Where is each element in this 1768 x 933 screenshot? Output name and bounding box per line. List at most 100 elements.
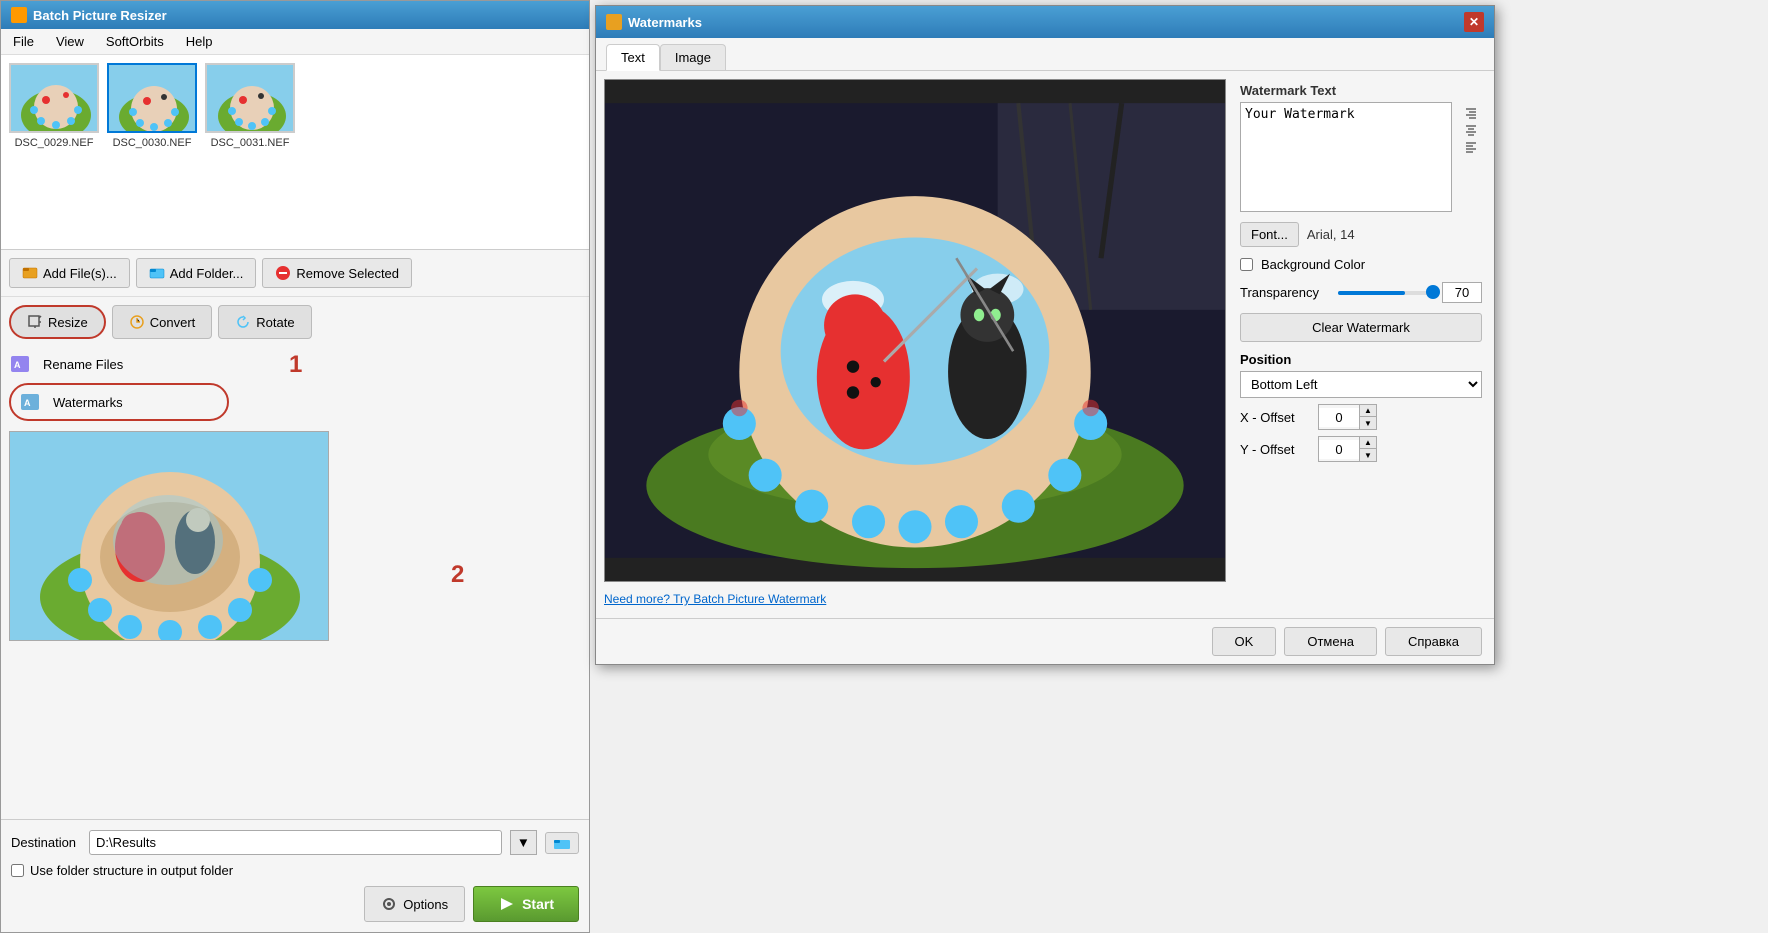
align-right-icon[interactable] xyxy=(1464,106,1478,120)
font-button[interactable]: Font... xyxy=(1240,222,1299,247)
transparency-slider-fill xyxy=(1338,291,1405,295)
folder-structure-row: Use folder structure in output folder xyxy=(11,863,579,878)
dialog-title-left: Watermarks xyxy=(606,14,702,30)
y-offset-up-btn[interactable]: ▲ xyxy=(1360,437,1376,449)
transparency-slider-track[interactable] xyxy=(1338,291,1434,295)
rename-icon: A xyxy=(9,353,31,375)
position-select[interactable]: Bottom Left Bottom Right Top Left Top Ri… xyxy=(1240,371,1482,398)
dialog-image-area xyxy=(604,79,1226,582)
y-offset-spinners: ▲ ▼ xyxy=(1359,437,1376,461)
thumbnail-label-1: DSC_0029.NEF xyxy=(15,137,94,149)
thumbnail-image-2[interactable] xyxy=(107,63,197,133)
start-button[interactable]: Start xyxy=(473,886,579,922)
svg-text:A: A xyxy=(14,360,21,370)
align-center-icon[interactable] xyxy=(1464,123,1478,137)
background-color-label: Background Color xyxy=(1261,257,1365,272)
menu-file[interactable]: File xyxy=(9,32,38,51)
watermarks-icon: A xyxy=(19,391,41,413)
dialog-preview-panel: Need more? Try Batch Picture Watermark xyxy=(604,79,1226,610)
destination-dropdown-btn[interactable]: ▼ xyxy=(510,830,537,855)
tab-text[interactable]: Text xyxy=(606,44,660,71)
menu-help[interactable]: Help xyxy=(182,32,217,51)
x-offset-spinners: ▲ ▼ xyxy=(1359,405,1376,429)
watermarks-row: A Watermarks xyxy=(9,383,229,421)
help-button[interactable]: Справка xyxy=(1385,627,1482,656)
textarea-row: Your Watermark xyxy=(1240,102,1482,212)
watermark-text-input[interactable]: Your Watermark xyxy=(1240,102,1452,212)
menu-bar: File View SoftOrbits Help xyxy=(1,29,589,55)
destination-row: Destination ▼ xyxy=(11,830,579,855)
remove-selected-button[interactable]: Remove Selected xyxy=(262,258,412,288)
dialog-close-button[interactable]: ✕ xyxy=(1464,12,1484,32)
position-section: Position Bottom Left Bottom Right Top Le… xyxy=(1240,352,1482,462)
x-offset-down-btn[interactable]: ▼ xyxy=(1360,417,1376,429)
tab-image[interactable]: Image xyxy=(660,44,726,70)
dialog-body: Need more? Try Batch Picture Watermark W… xyxy=(596,71,1494,618)
rename-row: A Rename Files xyxy=(1,347,589,381)
align-left-icon[interactable] xyxy=(1464,140,1478,154)
y-offset-down-btn[interactable]: ▼ xyxy=(1360,449,1376,461)
thumbnail-label-2: DSC_0030.NEF xyxy=(113,137,192,149)
y-offset-input[interactable] xyxy=(1319,440,1359,459)
watermarks-dialog: Watermarks ✕ Text Image xyxy=(595,5,1495,665)
x-offset-label: X - Offset xyxy=(1240,410,1310,425)
add-files-icon xyxy=(22,265,38,281)
dialog-title: Watermarks xyxy=(628,15,702,30)
transparency-row: Transparency xyxy=(1240,282,1482,303)
app-icon xyxy=(11,7,27,23)
preview-area xyxy=(1,423,589,819)
thumb-svg-1 xyxy=(11,65,99,133)
tool-convert[interactable]: Convert xyxy=(112,305,213,339)
y-offset-row: Y - Offset ▲ ▼ xyxy=(1240,436,1482,462)
transparency-label: Transparency xyxy=(1240,285,1330,300)
watermark-link[interactable]: Need more? Try Batch Picture Watermark xyxy=(604,588,1226,610)
text-align-panel xyxy=(1460,102,1482,212)
rotate-icon xyxy=(235,314,251,330)
thumbnail-label-3: DSC_0031.NEF xyxy=(211,137,290,149)
app-bottom: Destination ▼ Use folder structure in ou… xyxy=(1,819,589,932)
ok-button[interactable]: OK xyxy=(1212,627,1277,656)
add-files-button[interactable]: Add File(s)... xyxy=(9,258,130,288)
thumb-svg-2 xyxy=(109,65,197,133)
resize-icon xyxy=(27,314,43,330)
options-gear-icon xyxy=(381,896,397,912)
x-offset-up-btn[interactable]: ▲ xyxy=(1360,405,1376,417)
menu-view[interactable]: View xyxy=(52,32,88,51)
folder-structure-checkbox[interactable] xyxy=(11,864,24,877)
cancel-button[interactable]: Отмена xyxy=(1284,627,1377,656)
thumbnail-image[interactable] xyxy=(9,63,99,133)
add-folder-icon xyxy=(149,265,165,281)
destination-input[interactable] xyxy=(89,830,502,855)
thumbnail-item-3[interactable]: DSC_0031.NEF xyxy=(205,63,295,241)
clear-watermark-button[interactable]: Clear Watermark xyxy=(1240,313,1482,342)
watermarks-button[interactable]: Watermarks xyxy=(47,393,129,412)
x-offset-input[interactable] xyxy=(1319,408,1359,427)
dialog-right-panel: Watermark Text Your Watermark xyxy=(1236,79,1486,610)
app-window: Batch Picture Resizer File View SoftOrbi… xyxy=(0,0,590,933)
tool-resize[interactable]: Resize xyxy=(9,305,106,339)
large-preview xyxy=(9,431,329,641)
background-color-row: Background Color xyxy=(1240,257,1482,272)
browse-icon xyxy=(554,837,570,849)
transparency-value-input[interactable] xyxy=(1442,282,1482,303)
thumbnail-item-2[interactable]: DSC_0030.NEF xyxy=(107,63,197,241)
tools-area: Resize Convert Rotate xyxy=(1,297,589,347)
tool-rotate[interactable]: Rotate xyxy=(218,305,311,339)
app-title-bar: Batch Picture Resizer xyxy=(1,1,589,29)
rename-files-button[interactable]: Rename Files xyxy=(37,355,129,374)
font-row: Font... Arial, 14 xyxy=(1240,222,1482,247)
destination-browse-btn[interactable] xyxy=(545,832,579,854)
y-offset-group: ▲ ▼ xyxy=(1318,436,1377,462)
options-button[interactable]: Options xyxy=(364,886,465,922)
thumbnail-item[interactable]: DSC_0029.NEF xyxy=(9,63,99,241)
svg-text:A: A xyxy=(24,398,31,408)
destination-label: Destination xyxy=(11,835,81,850)
add-folder-button[interactable]: Add Folder... xyxy=(136,258,257,288)
background-color-checkbox[interactable] xyxy=(1240,258,1253,271)
folder-structure-label: Use folder structure in output folder xyxy=(30,863,233,878)
menu-softorbits[interactable]: SoftOrbits xyxy=(102,32,168,51)
transparency-slider-thumb[interactable] xyxy=(1426,285,1440,299)
x-offset-group: ▲ ▼ xyxy=(1318,404,1377,430)
remove-icon xyxy=(275,265,291,281)
thumbnail-image-3[interactable] xyxy=(205,63,295,133)
